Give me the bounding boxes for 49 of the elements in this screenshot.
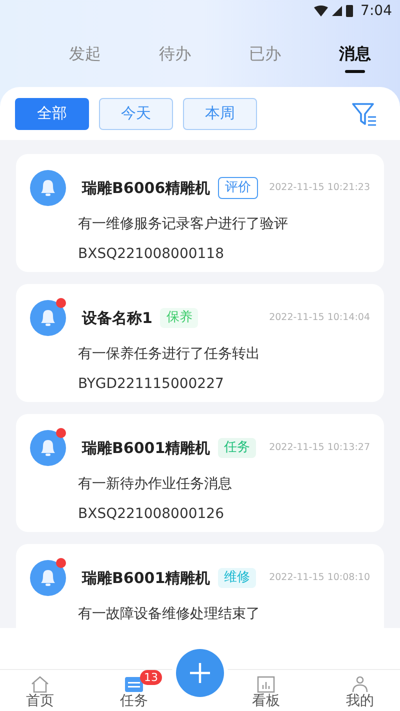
device-name: 设备名称1 [82, 308, 152, 329]
tab[interactable]: 消息 [339, 42, 371, 73]
message-tag: 任务 [218, 438, 256, 458]
add-button[interactable] [176, 649, 224, 697]
nav-label: 首页 [26, 693, 54, 709]
nav-label: 任务 [120, 693, 148, 709]
bell-icon [30, 430, 66, 466]
battery-icon [346, 5, 353, 17]
plus-icon [188, 661, 212, 685]
message-card[interactable]: 瑞雕B6006精雕机 评价 2022-11-15 10:21:23 有一维修服务记录客户进行了验评 BXSQ221008000118 [16, 154, 384, 272]
nav-tab[interactable]: 看板 [234, 670, 298, 711]
message-text: 有一保养任务进行了任务转出 [78, 345, 261, 364]
message-time: 2022-11-15 10:13:27 [268, 440, 370, 455]
message-card[interactable]: 设备名称1 保养 2022-11-15 10:14:04 有一保养任务进行了任务转出 BYGD221115000227 [16, 284, 384, 402]
message-tag: 评价 [218, 177, 258, 199]
message-time: 2022-11-15 10:14:04 [268, 310, 370, 325]
message-text: 有一故障设备维修处理结束了 [78, 605, 261, 624]
message-card[interactable]: 瑞雕B6001精雕机 任务 2022-11-15 10:13:27 有一新待办作业任务消息 BXSQ221008000126 [16, 414, 384, 532]
message-time: 2022-11-15 10:21:23 [268, 180, 370, 195]
nav-tab[interactable]: 我的 [328, 670, 392, 711]
device-name: 瑞雕B6001精雕机 [82, 438, 210, 459]
person-icon [350, 675, 370, 693]
message-tag: 维修 [218, 568, 256, 588]
bell-icon [30, 560, 66, 596]
nav-tab[interactable]: 任务 13 [102, 670, 166, 711]
order-number: BXSQ221008000126 [78, 505, 225, 524]
filter-chip[interactable]: 全部 [15, 98, 89, 130]
nav-label: 看板 [252, 693, 280, 709]
clock: 7:04 [360, 2, 392, 20]
device-name: 瑞雕B6001精雕机 [82, 568, 210, 589]
device-name: 瑞雕B6006精雕机 [82, 178, 210, 199]
filter-icon[interactable] [351, 100, 377, 126]
signal-icon [332, 6, 342, 16]
message-card[interactable]: 瑞雕B6001精雕机 维修 2022-11-15 10:08:10 有一故障设备维修处理结束了 [16, 544, 384, 628]
home-icon [30, 675, 50, 693]
bell-icon [30, 300, 66, 336]
bell-icon [30, 170, 66, 206]
wifi-icon [314, 5, 328, 17]
order-number: BXSQ221008000118 [78, 245, 225, 264]
message-text: 有一维修服务记录客户进行了验评 [78, 215, 289, 234]
order-number: BYGD221115000227 [78, 375, 225, 394]
list-icon [124, 675, 144, 693]
message-tag: 保养 [160, 308, 198, 328]
message-text: 有一新待办作业任务消息 [78, 475, 233, 494]
nav-tab[interactable]: 首页 [8, 670, 72, 711]
count-badge: 13 [140, 670, 162, 685]
nav-label: 我的 [346, 693, 374, 709]
chart-icon [256, 675, 276, 693]
message-time: 2022-11-15 10:08:10 [268, 570, 370, 585]
